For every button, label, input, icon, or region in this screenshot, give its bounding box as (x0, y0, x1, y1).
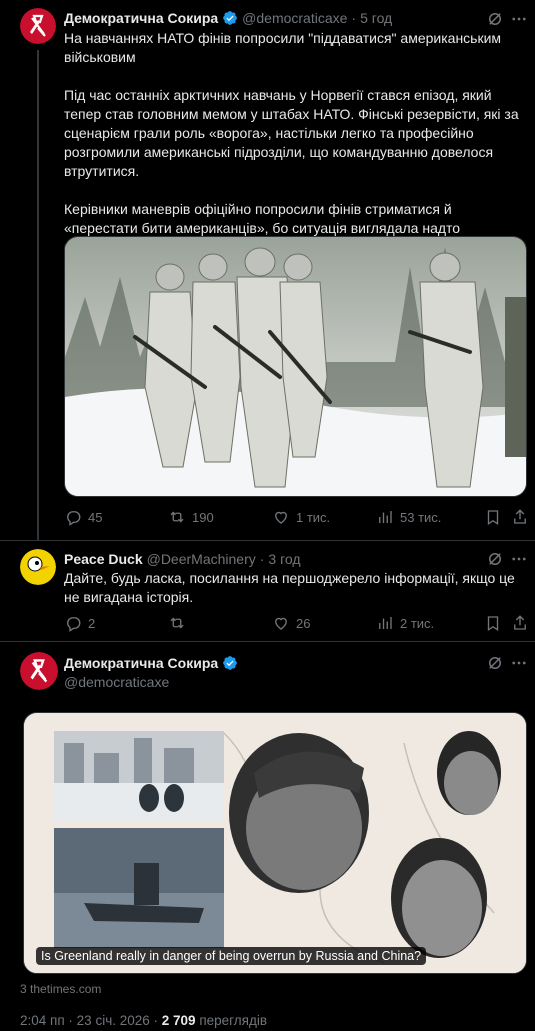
tweet-time[interactable]: 3 год (268, 551, 300, 567)
bookmark-icon (487, 616, 499, 632)
tweet-time[interactable]: 5 год (360, 10, 392, 26)
share-button[interactable] (511, 614, 529, 632)
avatar-democraticaxe[interactable] (20, 652, 58, 690)
reply-button[interactable]: 45 (64, 508, 102, 526)
more-icon[interactable] (510, 10, 528, 28)
bookmark-button[interactable] (484, 508, 502, 526)
tweet-actions: 2 26 2 тис. (64, 614, 529, 634)
tweet-header: Демократична Сокира (64, 655, 238, 671)
views-button[interactable]: 2 тис. (376, 614, 434, 632)
repost-icon (170, 617, 184, 629)
views-total: 2 709 (161, 1013, 196, 1028)
verified-badge-icon (223, 656, 237, 670)
tweet-text: Дайте, будь ласка, посилання на першодже… (64, 570, 515, 605)
repost-button[interactable] (168, 614, 192, 632)
like-button[interactable]: 26 (272, 614, 310, 632)
views-icon (379, 617, 392, 629)
bookmark-icon (487, 510, 499, 526)
tweet-paragraph: На навчаннях НАТО фінів попросили "підда… (64, 30, 502, 65)
share-icon (514, 509, 526, 524)
reply-count: 45 (88, 509, 103, 525)
link-source[interactable]: 3 thetimes.com (20, 982, 101, 996)
author-name[interactable]: Демократична Сокира (64, 10, 218, 26)
link-card-title: Is Greenland really in danger of being o… (36, 947, 427, 965)
grok-icon[interactable] (486, 550, 504, 568)
tweet-reply[interactable]: Peace Duck @DeerMachinery · 3 год Дайте,… (0, 541, 535, 641)
views-icon (379, 511, 392, 523)
grok-icon[interactable] (486, 10, 504, 28)
tweet-meta: 2:04 пп · 23 січ. 2026 · 2 709 перегляді… (20, 1013, 268, 1028)
share-icon (514, 615, 526, 630)
thread-line (37, 50, 39, 540)
like-icon (275, 511, 287, 524)
reply-count: 2 (88, 615, 96, 631)
views-button[interactable]: 53 тис. (376, 508, 441, 526)
tweet-actions: 45 190 1 тис. 53 тис. (64, 508, 529, 528)
soldiers-photo (65, 237, 526, 496)
views-count: 2 тис. (400, 615, 435, 631)
more-icon[interactable] (510, 654, 528, 672)
avatar-peace-duck[interactable] (20, 549, 56, 585)
reply-icon (67, 617, 81, 632)
link-card-image (24, 713, 526, 973)
author-name[interactable]: Демократична Сокира (64, 655, 218, 671)
reply-icon (67, 511, 81, 526)
like-count: 26 (296, 615, 311, 631)
tweet-paragraph: Під час останніх арктичних навчань у Нор… (64, 87, 519, 179)
repost-count: 190 (192, 509, 214, 525)
more-icon[interactable] (510, 550, 528, 568)
author-handle[interactable]: @DeerMachinery (147, 551, 256, 567)
repost-icon (170, 511, 184, 523)
tweet-main[interactable]: Демократична Сокира @democraticaxe · 5 г… (0, 0, 535, 540)
author-handle[interactable]: @democraticaxe (242, 10, 347, 26)
tweet-header: Демократична Сокира @democraticaxe · 5 г… (64, 10, 393, 26)
share-button[interactable] (511, 508, 529, 526)
like-button[interactable]: 1 тис. (272, 508, 330, 526)
author-name[interactable]: Peace Duck (64, 551, 143, 567)
views-label: переглядів (199, 1013, 268, 1028)
reply-button[interactable]: 2 (64, 614, 95, 632)
bookmark-button[interactable] (484, 614, 502, 632)
avatar-democraticaxe[interactable] (20, 8, 56, 44)
repost-button[interactable]: 190 (168, 508, 214, 526)
like-count: 1 тис. (296, 509, 331, 525)
views-count: 53 тис. (400, 509, 442, 525)
posted-date[interactable]: 23 січ. 2026 (77, 1013, 150, 1028)
like-icon (275, 617, 287, 630)
tweet-photo[interactable] (64, 236, 527, 497)
posted-time[interactable]: 2:04 пп (20, 1013, 65, 1028)
author-handle[interactable]: @democraticaxe (64, 674, 169, 690)
tweet-header: Peace Duck @DeerMachinery · 3 год (64, 551, 301, 567)
grok-icon[interactable] (486, 654, 504, 672)
verified-badge-icon (223, 11, 237, 25)
link-card[interactable]: Is Greenland really in danger of being o… (23, 712, 527, 974)
